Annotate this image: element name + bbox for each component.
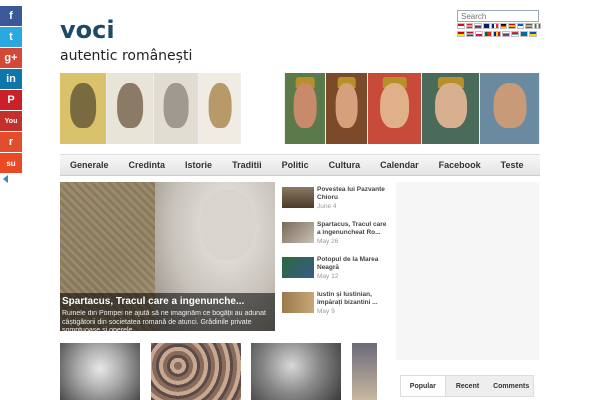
recent-posts-list: Povestea lui Pazvante Chioru June 4 Spar… <box>280 183 390 323</box>
post-thumbnail[interactable] <box>282 292 314 313</box>
flag-icon[interactable] <box>475 31 483 37</box>
post-date: May 9 <box>317 308 335 315</box>
sidebar-widget <box>396 182 539 360</box>
nav-item-generale[interactable]: Generale <box>60 160 119 170</box>
flag-icon[interactable] <box>465 23 473 29</box>
list-item[interactable]: Spartacus, Tracul care a ingenuncheat Ro… <box>280 218 390 253</box>
post-thumbnail[interactable] <box>251 343 341 400</box>
collapse-arrow-icon[interactable] <box>3 175 8 183</box>
banner-portrait <box>154 73 200 144</box>
list-item[interactable]: Povestea lui Pazvante Chioru June 4 <box>280 183 390 218</box>
youtube-glyph: You <box>4 117 18 125</box>
nav-item-credinta[interactable]: Credinta <box>119 160 176 170</box>
facebook-glyph: f <box>9 10 13 22</box>
flag-icon[interactable] <box>533 23 541 29</box>
twitter-glyph: t <box>9 31 13 43</box>
nav-item-teste[interactable]: Teste <box>491 160 534 170</box>
flag-icon[interactable] <box>484 31 492 37</box>
flag-icon[interactable] <box>466 31 474 37</box>
flag-icon[interactable] <box>482 23 490 29</box>
twitter-icon[interactable]: t <box>0 27 22 47</box>
list-item[interactable]: Potopul de la Marea Neagră May 12 <box>280 253 390 288</box>
pinterest-icon[interactable]: P <box>0 90 22 110</box>
header-banner <box>60 73 540 144</box>
banner-portrait <box>326 73 368 144</box>
pinterest-glyph: P <box>7 94 15 106</box>
site-tagline: autentic românești <box>60 48 193 64</box>
banner-portrait <box>480 73 540 144</box>
site-title[interactable]: voci <box>60 16 115 44</box>
banner-portrait <box>199 73 242 144</box>
nav-item-traditii[interactable]: Traditii <box>222 160 272 170</box>
banner-portrait <box>284 73 327 144</box>
language-flags <box>457 23 541 39</box>
banner-portrait <box>422 73 481 144</box>
post-thumbnail[interactable] <box>282 257 314 278</box>
featured-post[interactable]: Spartacus, Tracul care a ingenunche... R… <box>60 182 275 331</box>
flag-icon[interactable] <box>499 23 507 29</box>
search-input[interactable] <box>457 10 539 22</box>
post-date: May 26 <box>317 238 339 245</box>
banner-portrait <box>107 73 155 144</box>
nav-item-istorie[interactable]: Istorie <box>175 160 222 170</box>
post-date: May 12 <box>317 273 339 280</box>
social-share-bar: f t g+ in P You r su <box>0 6 22 183</box>
post-title[interactable]: Potopul de la Marea Neagră <box>317 256 389 272</box>
flag-icon[interactable] <box>457 23 465 29</box>
post-title[interactable]: Iustin și Iustinian, împărați bizantini … <box>317 291 389 307</box>
youtube-icon[interactable]: You <box>0 111 22 131</box>
sidebar-tabs: Popular Recent Comments <box>400 375 534 397</box>
reddit-icon[interactable]: r <box>0 132 22 152</box>
stumbleupon-icon[interactable]: su <box>0 153 22 173</box>
flag-icon[interactable] <box>525 23 533 29</box>
reddit-glyph: r <box>8 136 14 148</box>
flag-icon[interactable] <box>457 31 465 37</box>
list-item[interactable]: Iustin și Iustinian, împărați bizantini … <box>280 288 390 323</box>
flag-icon[interactable] <box>516 23 524 29</box>
post-thumbnail[interactable] <box>60 343 140 400</box>
statue-head <box>200 190 255 260</box>
post-title[interactable]: Spartacus, Tracul care a ingenuncheat Ro… <box>317 221 389 237</box>
post-thumbnail[interactable] <box>352 343 377 400</box>
google-plus-glyph: g+ <box>4 52 18 64</box>
banner-portrait <box>60 73 108 144</box>
flag-icon[interactable] <box>529 31 537 37</box>
linkedin-icon[interactable]: in <box>0 69 22 89</box>
flag-icon[interactable] <box>502 31 510 37</box>
post-thumbnail[interactable] <box>282 222 314 243</box>
google-plus-icon[interactable]: g+ <box>0 48 22 68</box>
post-thumbnail[interactable] <box>282 187 314 208</box>
nav-item-calendar[interactable]: Calendar <box>370 160 429 170</box>
featured-excerpt: Ruinele din Pompei ne ajută să ne imagin… <box>62 310 266 331</box>
flag-icon[interactable] <box>474 23 482 29</box>
tab-comments[interactable]: Comments <box>489 376 533 396</box>
banner-portrait <box>241 73 285 144</box>
tab-recent[interactable]: Recent <box>446 376 490 396</box>
flag-icon[interactable] <box>520 31 528 37</box>
flag-icon[interactable] <box>508 23 516 29</box>
nav-item-cultura[interactable]: Cultura <box>319 160 371 170</box>
linkedin-glyph: in <box>6 73 16 85</box>
post-title[interactable]: Povestea lui Pazvante Chioru <box>317 186 389 202</box>
post-date: June 4 <box>317 203 337 210</box>
nav-item-facebook[interactable]: Facebook <box>429 160 491 170</box>
stumbleupon-glyph: su <box>6 158 16 168</box>
facebook-icon[interactable]: f <box>0 6 22 26</box>
flag-icon[interactable] <box>493 31 501 37</box>
nav-item-politic[interactable]: Politic <box>272 160 319 170</box>
featured-title[interactable]: Spartacus, Tracul care a ingenunche... <box>62 296 244 307</box>
tab-popular[interactable]: Popular <box>401 376 446 396</box>
banner-portrait <box>367 73 423 144</box>
post-thumbnail[interactable] <box>151 343 241 400</box>
main-nav: Generale Credinta Istorie Traditii Polit… <box>60 154 540 176</box>
flag-icon[interactable] <box>511 31 519 37</box>
flag-icon[interactable] <box>491 23 499 29</box>
